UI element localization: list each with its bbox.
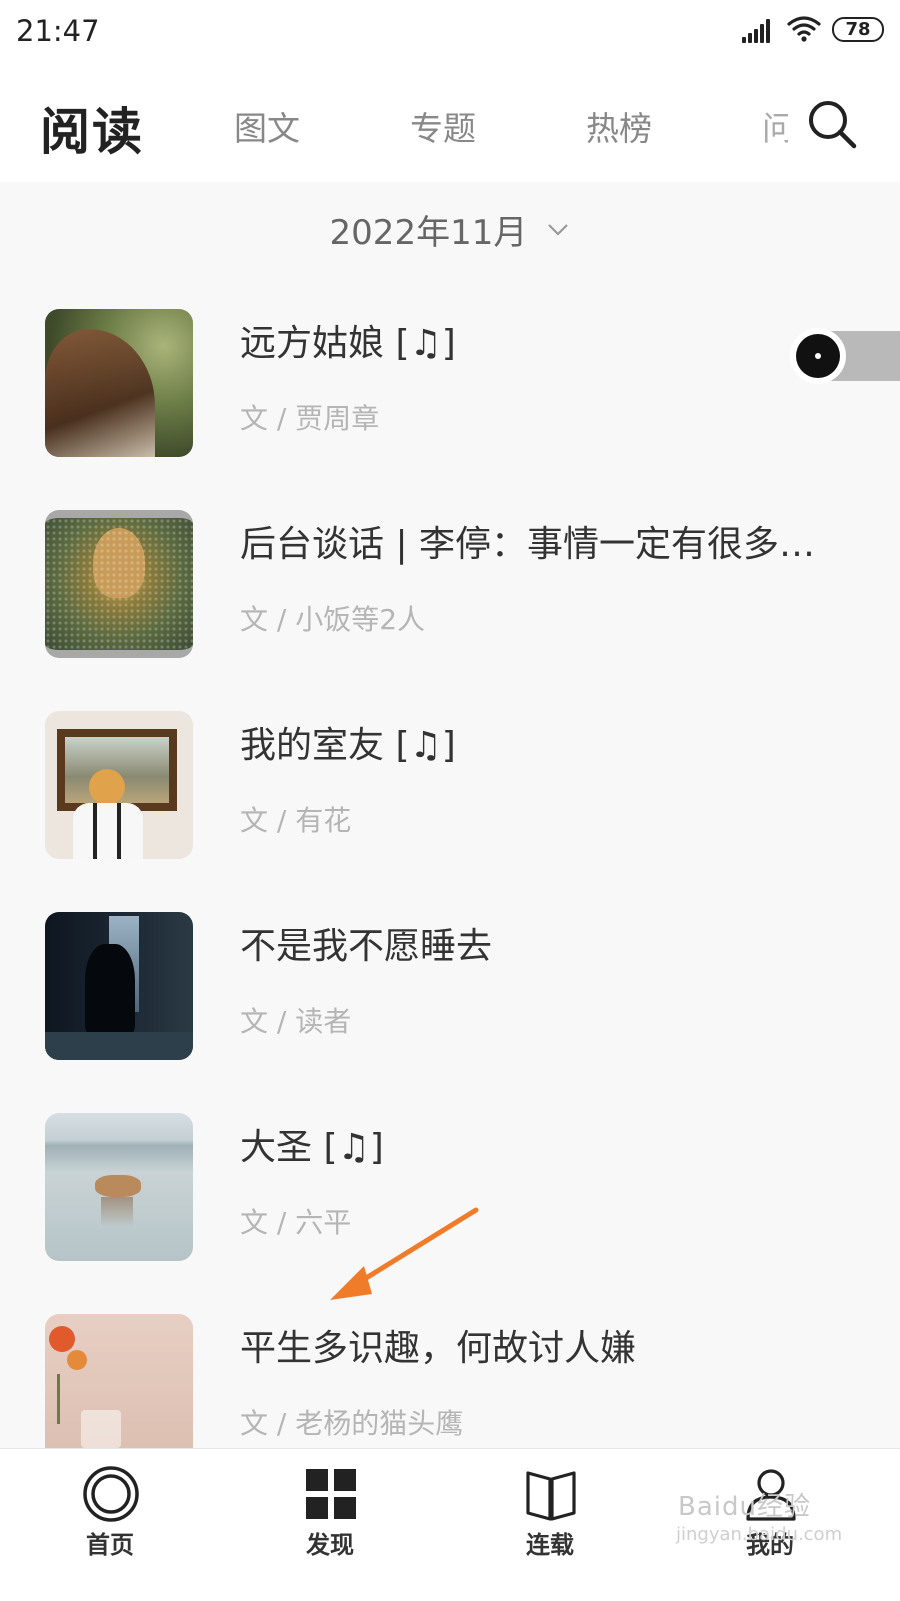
battery-icon: 78 — [832, 17, 884, 42]
article-author: 文 / 小饭等2人 — [240, 603, 426, 636]
annotation-arrow — [330, 1207, 479, 1300]
signal-icon — [742, 19, 774, 43]
watermark: Baidu经验 — [678, 1492, 811, 1522]
grid-icon — [306, 1469, 356, 1519]
article-title: 不是我不愿睡去 — [240, 926, 493, 967]
article-thumbnail — [45, 912, 193, 1060]
tab-zhuanti[interactable]: 专题 — [410, 102, 476, 150]
nav-label-serial: 连载 — [526, 1531, 574, 1559]
list-item[interactable]: 远方姑娘 [♫] 文 / 贾周章 — [0, 309, 900, 509]
wifi-icon — [787, 16, 821, 42]
article-title: 我的室友 [♫] — [240, 725, 456, 766]
watermark-sub: jingyan.baidu.com — [676, 1524, 843, 1545]
tab-rebang[interactable]: 热榜 — [586, 102, 652, 150]
page-title: 阅读 — [40, 103, 144, 161]
tab-wen[interactable]: 问 — [762, 102, 788, 150]
home-ring-icon — [83, 1466, 139, 1522]
article-thumbnail — [45, 711, 193, 859]
nav-discover[interactable]: 发现 — [240, 1449, 420, 1601]
month-picker[interactable]: 2022年11月 — [0, 205, 900, 254]
nav-serial[interactable]: 连载 — [460, 1449, 640, 1601]
article-author: 文 / 读者 — [240, 1005, 352, 1038]
list-item[interactable]: 后台谈话 | 李停：事情一定有很多… 文 / 小饭等2人 — [0, 510, 900, 710]
article-thumbnail — [45, 1314, 193, 1448]
book-icon — [526, 1471, 576, 1521]
status-bar: 21:47 78 — [0, 0, 900, 62]
list-item[interactable]: 我的室友 [♫] 文 / 有花 — [0, 711, 900, 911]
article-thumbnail — [45, 1113, 193, 1261]
list-item[interactable]: 不是我不愿睡去 文 / 读者 — [0, 912, 900, 1112]
article-thumbnail — [45, 309, 193, 457]
month-label: 2022年11月 — [329, 213, 528, 253]
article-title: 大圣 [♫] — [240, 1127, 384, 1168]
status-time: 21:47 — [16, 14, 100, 48]
article-author: 文 / 有花 — [240, 804, 352, 837]
tab-tuwen[interactable]: 图文 — [234, 102, 300, 150]
article-title: 后台谈话 | 李停：事情一定有很多… — [240, 524, 816, 565]
vinyl-disc-icon[interactable] — [790, 328, 846, 384]
search-icon[interactable] — [804, 96, 860, 152]
music-player-float[interactable] — [790, 328, 900, 384]
article-author: 文 / 贾周章 — [240, 402, 380, 435]
header: 阅读 图文 专题 热榜 问 — [0, 62, 900, 182]
article-title: 远方姑娘 [♫] — [240, 323, 456, 364]
article-thumbnail — [45, 510, 193, 658]
article-title: 平生多识趣，何故讨人嫌 — [240, 1328, 637, 1369]
article-author: 文 / 老杨的猫头鹰 — [240, 1407, 464, 1440]
chevron-down-icon — [548, 223, 569, 236]
nav-label-home: 首页 — [86, 1531, 134, 1559]
nav-home[interactable]: 首页 — [20, 1449, 200, 1601]
nav-label-discover: 发现 — [306, 1531, 354, 1559]
